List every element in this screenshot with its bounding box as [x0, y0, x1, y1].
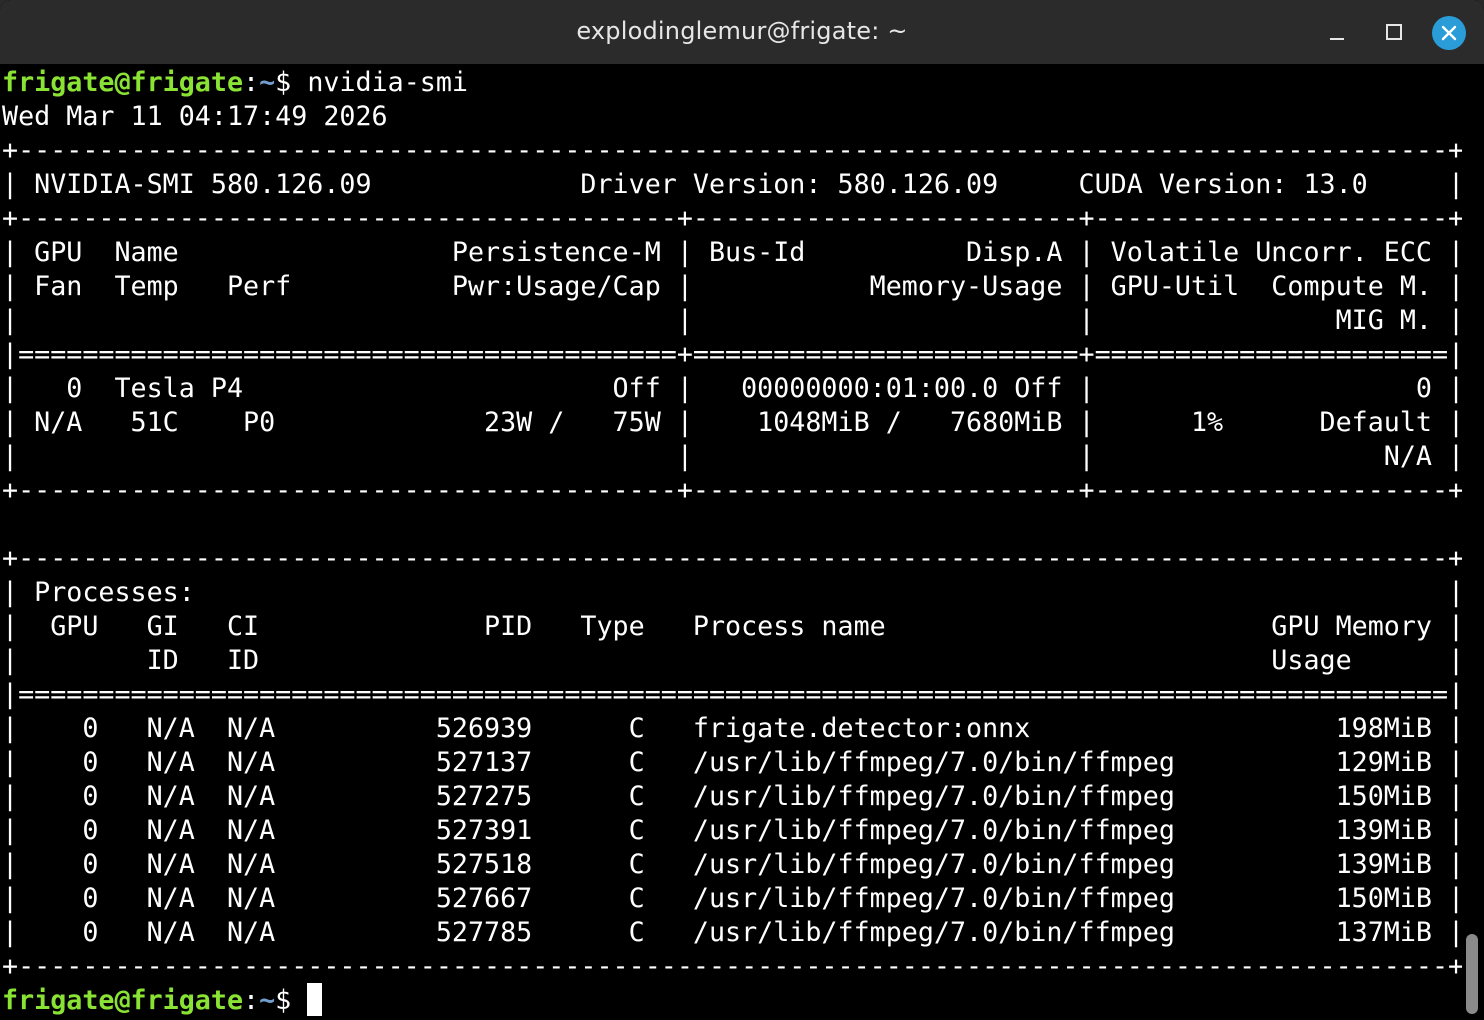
output-line: | NVIDIA-SMI 580.126.09 Driver Version: … — [2, 169, 1465, 200]
active-prompt-line[interactable]: frigate@frigate:~$ — [2, 983, 323, 1018]
output-line: +---------------------------------------… — [2, 135, 1465, 166]
output-line: | 0 N/A N/A 526939 C frigate.detector:on… — [2, 713, 1465, 744]
output-line: | 0 N/A N/A 527667 C /usr/lib/ffmpeg/7.0… — [2, 883, 1465, 914]
prompt-colon: : — [243, 985, 260, 1016]
output-line: |=======================================… — [2, 339, 1465, 370]
minimize-button[interactable] — [1320, 16, 1354, 50]
output-line: | | | MIG M. | — [2, 305, 1465, 336]
text-cursor — [307, 983, 323, 1016]
title-bar[interactable]: explodinglemur@frigate: ~ — [0, 0, 1484, 64]
command-text: nvidia-smi — [307, 67, 468, 98]
window-title: explodinglemur@frigate: ~ — [576, 17, 908, 45]
output-line: +---------------------------------------… — [2, 475, 1465, 506]
output-line: | GPU Name Persistence-M | Bus-Id Disp.A… — [2, 237, 1465, 268]
command-line: frigate@frigate:~$ nvidia-smi — [2, 66, 468, 100]
output-line: | 0 N/A N/A 527785 C /usr/lib/ffmpeg/7.0… — [2, 917, 1465, 948]
output-line: | 0 Tesla P4 Off | 00000000:01:00.0 Off … — [2, 373, 1465, 404]
scrollbar-thumb[interactable] — [1466, 934, 1478, 1014]
output-line: +---------------------------------------… — [2, 203, 1465, 234]
output-line: | ID ID Usage | — [2, 645, 1465, 676]
output-line: | Processes: | — [2, 577, 1465, 608]
prompt-user-host: frigate@frigate — [2, 985, 244, 1016]
output-line: | 0 N/A N/A 527137 C /usr/lib/ffmpeg/7.0… — [2, 747, 1465, 778]
output-line: | N/A 51C P0 23W / 75W | 1048MiB / 7680M… — [2, 407, 1465, 438]
close-button[interactable] — [1432, 16, 1466, 50]
minimize-icon — [1330, 38, 1344, 40]
terminal-window: explodinglemur@frigate: ~ frigate@frigat… — [0, 0, 1484, 1020]
output-line: +---------------------------------------… — [2, 543, 1465, 574]
output-line: |=======================================… — [2, 679, 1465, 710]
prompt-colon: : — [243, 67, 260, 98]
output-line: | Fan Temp Perf Pwr:Usage/Cap | Memory-U… — [2, 271, 1465, 302]
maximize-icon — [1386, 24, 1402, 40]
terminal-output[interactable]: frigate@frigate:~$ nvidia-smi Wed Mar 11… — [0, 64, 1464, 1020]
maximize-button[interactable] — [1377, 16, 1411, 50]
output-line: | | | N/A | — [2, 441, 1465, 472]
output-line: | GPU GI CI PID Type Process name GPU Me… — [2, 611, 1465, 642]
output-line: Wed Mar 11 04:17:49 2026 — [2, 101, 388, 132]
close-icon — [1432, 16, 1466, 50]
prompt-symbol: $ — [275, 985, 308, 1016]
prompt-path: ~ — [259, 985, 276, 1016]
output-line: | 0 N/A N/A 527391 C /usr/lib/ffmpeg/7.0… — [2, 815, 1465, 846]
prompt-path: ~ — [259, 67, 276, 98]
output-line: +---------------------------------------… — [2, 951, 1465, 982]
output-line: | 0 N/A N/A 527518 C /usr/lib/ffmpeg/7.0… — [2, 849, 1465, 880]
output-line: | 0 N/A N/A 527275 C /usr/lib/ffmpeg/7.0… — [2, 781, 1465, 812]
scrollbar[interactable] — [1462, 64, 1484, 1020]
prompt-symbol: $ — [275, 67, 308, 98]
prompt-user-host: frigate@frigate — [2, 67, 244, 98]
